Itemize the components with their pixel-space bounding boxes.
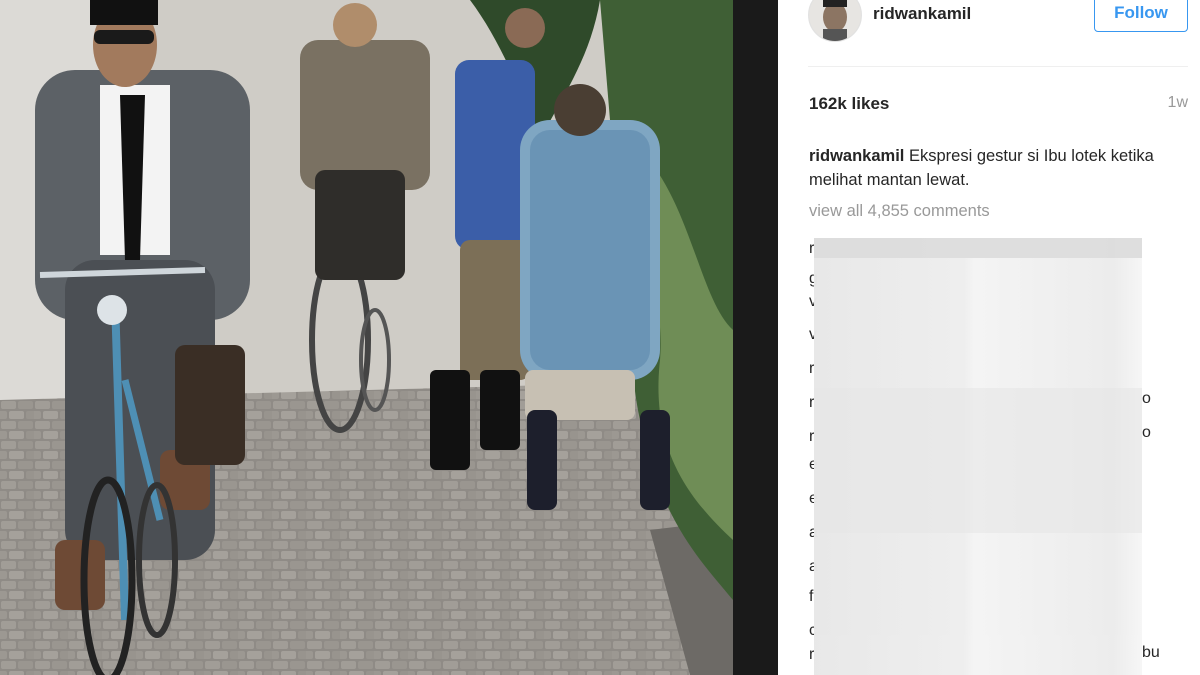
caption-username[interactable]: ridwankamil — [809, 147, 904, 165]
post-timestamp[interactable]: 1w — [1168, 94, 1188, 112]
comment-fragment: bu — [1142, 644, 1160, 661]
likes-count[interactable]: 162k likes — [809, 94, 889, 114]
avatar-icon — [809, 0, 861, 41]
blurred-comments-overlay — [814, 238, 1142, 675]
view-all-comments-link[interactable]: view all 4,855 comments — [809, 202, 990, 221]
comment-fragment: f — [809, 588, 814, 605]
photo-edge-strip — [733, 0, 778, 675]
avatar[interactable] — [808, 0, 862, 42]
post-header: ridwankamil Follow — [778, 0, 1200, 66]
post-photo-illustration — [0, 0, 733, 675]
post-side-panel: ridwankamil Follow 162k likes 1w ridwank… — [778, 0, 1200, 675]
post-username[interactable]: ridwankamil — [873, 4, 971, 24]
comment-fragment: o — [1142, 424, 1151, 441]
post-caption: ridwankamil Ekspresi gestur si Ibu lotek… — [809, 144, 1169, 192]
follow-button[interactable]: Follow — [1094, 0, 1188, 32]
header-divider — [808, 66, 1188, 67]
post-photo — [0, 0, 733, 675]
comment-fragment: o — [1142, 390, 1151, 407]
